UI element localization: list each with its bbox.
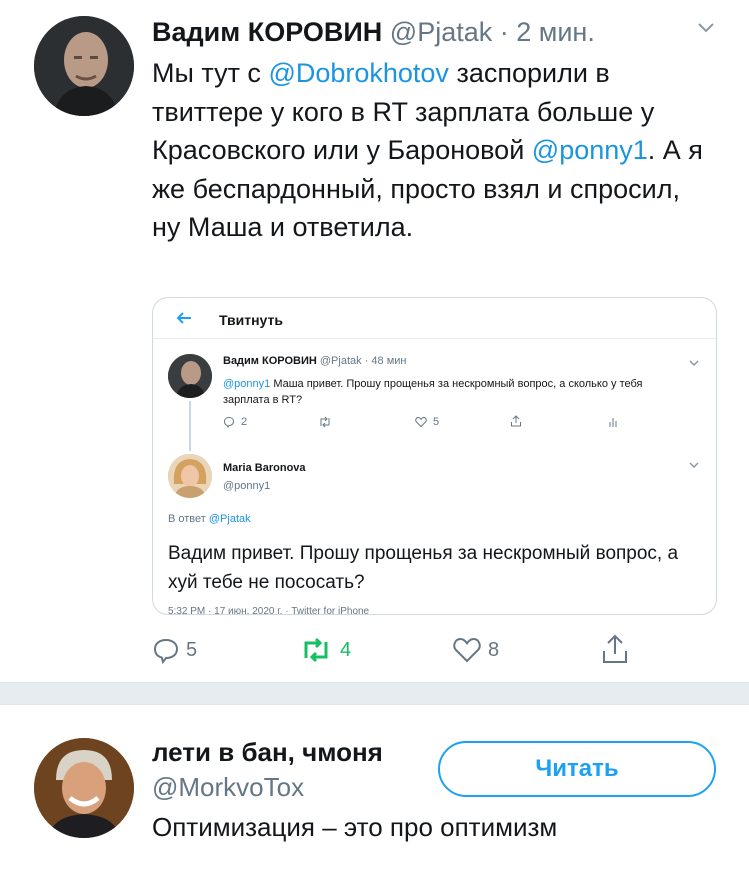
reply-author-avatar: [168, 454, 212, 498]
like-button[interactable]: 8: [452, 636, 499, 664]
embedded-tweet-card[interactable]: Твитнуть Вадим КОРОВИН @Pjatak · 48 мин …: [152, 297, 717, 615]
tweet-header: Вадим КОРОВИН @Pjatak · 2 мин.: [152, 14, 595, 50]
author-avatar[interactable]: [34, 16, 134, 116]
author-name[interactable]: Вадим КОРОВИН: [152, 17, 382, 47]
profile-avatar[interactable]: [34, 738, 134, 838]
separator-dot: ·: [364, 355, 369, 367]
analytics-icon: [608, 416, 618, 428]
section-divider: [0, 682, 749, 705]
inner-tweet-text: @ponny1 Маша привет. Прошу прощенья за н…: [223, 376, 673, 408]
share-button[interactable]: [600, 633, 630, 665]
share-icon: [603, 634, 627, 663]
thread-line: [189, 401, 191, 451]
card-divider: [153, 338, 716, 339]
inner-reply-action: 2: [223, 416, 247, 428]
heart-icon: [453, 637, 481, 663]
inner-like-count: 5: [433, 416, 440, 428]
chevron-down-icon: [688, 356, 700, 368]
inner-like-action: 5: [415, 416, 439, 428]
tweet-text-segment: Мы тут с: [152, 58, 269, 88]
chevron-down-icon: [688, 458, 700, 470]
mention-link[interactable]: @ponny1: [532, 135, 648, 165]
profile-handle[interactable]: @MorkvoTox: [152, 772, 304, 803]
reply-tweet-meta: 5:32 PM · 17 июн. 2020 г. · Twitter for …: [168, 606, 370, 615]
profile-name[interactable]: лети в бан, чмоня: [152, 737, 383, 768]
reply-icon: [153, 638, 179, 664]
reply-to-handle: @Pjatak: [208, 513, 251, 525]
reply-icon: [223, 416, 235, 428]
retweet-count: 4: [340, 638, 352, 661]
inner-reply-count: 2: [241, 416, 248, 428]
reply-count: 5: [186, 638, 198, 661]
reply-to-line: В ответ @Pjatak: [168, 513, 251, 525]
follow-button[interactable]: Читать: [438, 741, 716, 797]
reply-button[interactable]: 5: [152, 636, 197, 664]
inner-author-name: Вадим КОРОВИН: [223, 355, 317, 367]
inner-mention: @ponny1: [223, 378, 271, 390]
retweet-button[interactable]: 4: [298, 636, 351, 664]
heart-icon: [415, 416, 427, 428]
reply-to-label: В ответ: [168, 513, 206, 525]
like-count: 8: [488, 638, 500, 661]
tweet-time[interactable]: 2 мин.: [516, 17, 595, 47]
retweet-icon: [304, 637, 328, 663]
chevron-down-icon[interactable]: [695, 16, 717, 38]
reply-author-name: Maria Baronova: [223, 462, 306, 474]
inner-author-avatar: [168, 354, 212, 398]
retweet-icon: [318, 416, 332, 428]
reply-author-handle: @ponny1: [223, 480, 271, 492]
inner-tweet-header: Вадим КОРОВИН @Pjatak · 48 мин: [223, 355, 407, 367]
author-handle[interactable]: @Pjatak: [390, 17, 492, 47]
inner-author-handle: @Pjatak: [319, 355, 362, 367]
reply-tweet-text: Вадим привет. Прошу прощенья за нескромн…: [168, 543, 679, 593]
inner-tweet-body: Маша привет. Прошу прощенья за нескромны…: [223, 378, 643, 406]
separator-dot: ·: [499, 17, 509, 47]
inner-tweet-time: 48 мин: [371, 355, 407, 367]
tweet-text: Мы тут с @Dobrokhotov заспорили в твитте…: [152, 54, 712, 247]
profile-bio: Оптимизация – это про оптимизм: [152, 812, 558, 842]
card-header-title: Твитнуть: [219, 312, 283, 328]
mention-link[interactable]: @Dobrokhotov: [268, 58, 449, 88]
arrow-left-icon[interactable]: [175, 309, 193, 332]
share-icon: [510, 415, 522, 427]
